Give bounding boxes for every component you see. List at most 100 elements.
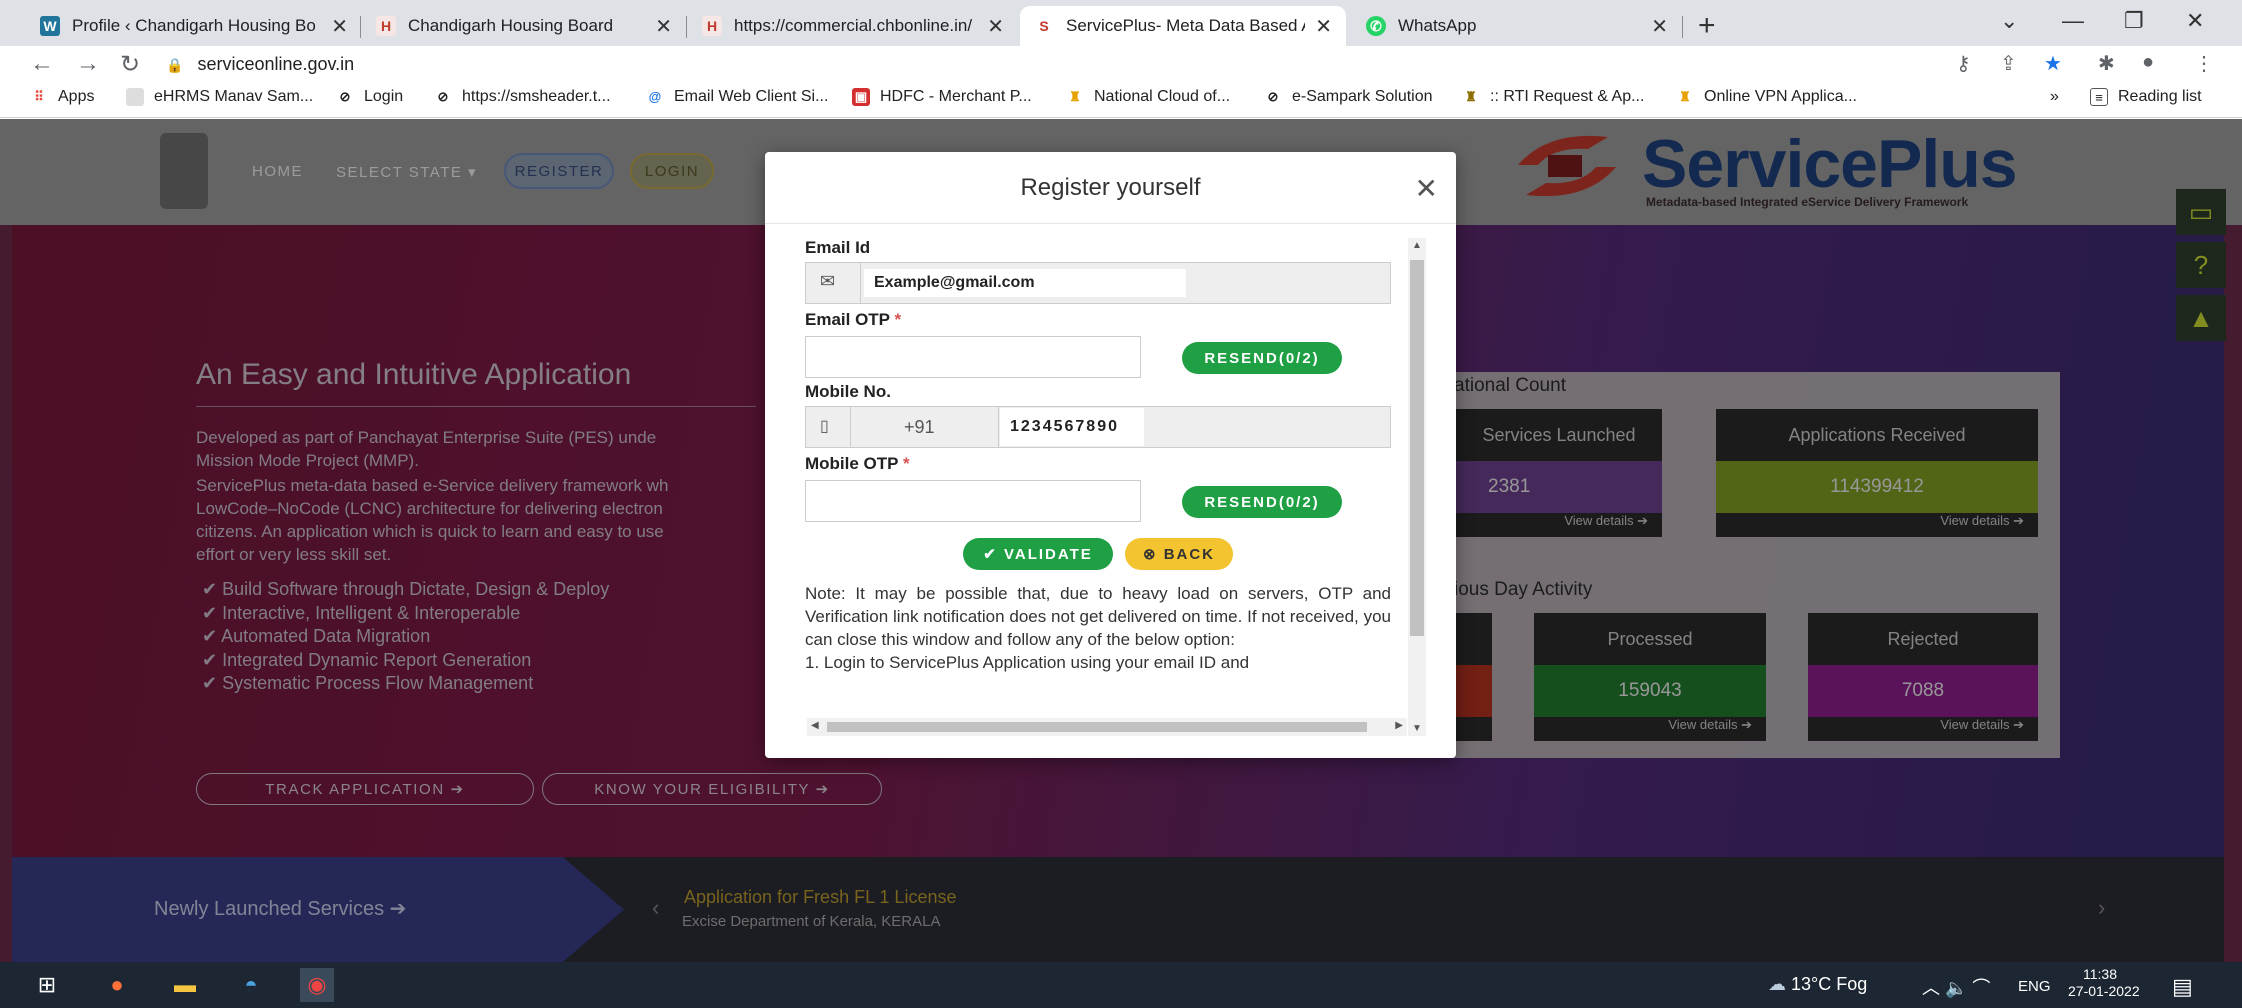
horizontal-scrollbar[interactable]: ◀ ▶ <box>807 718 1407 736</box>
email-otp-field[interactable] <box>805 336 1141 378</box>
star-icon[interactable]: ★ <box>2044 51 2062 76</box>
bookmark-label: National Cloud of... <box>1094 88 1231 105</box>
emblem-icon: ♜ <box>1069 89 1081 104</box>
note-item: 1. Login to ServicePlus Application usin… <box>805 653 1250 672</box>
notification-icon[interactable]: ▤ <box>2172 974 2193 1000</box>
country-code: +91 <box>904 417 935 437</box>
bookmark-item[interactable]: ⊘ e-Sampark Solution <box>1264 88 1433 106</box>
email-label: Email Id <box>805 238 871 257</box>
mobile-input-group: ▯ +91 <box>805 406 1391 448</box>
mobile-otp-field[interactable] <box>805 480 1141 522</box>
reload-icon[interactable]: ↻ <box>120 50 140 79</box>
tab-search-icon[interactable]: ⌄ <box>2000 8 2018 34</box>
clock-time: 11:38 <box>2083 966 2117 982</box>
modal-title: Register yourself <box>1020 173 1201 201</box>
chrome-icon[interactable]: ◉ <box>300 968 334 1002</box>
windows-start-icon[interactable]: ⊞ <box>30 968 64 1002</box>
bookmark-apps[interactable]: ⠿ Apps <box>30 88 94 106</box>
scroll-up-icon[interactable]: ▲ <box>1412 240 1422 251</box>
bookmark-item[interactable]: ♜ Online VPN Applica... <box>1676 88 1857 106</box>
bookmark-item[interactable]: ♜ National Cloud of... <box>1066 88 1230 106</box>
bookmark-label: Online VPN Applica... <box>1704 88 1857 105</box>
scroll-right-icon[interactable]: ▶ <box>1395 720 1403 731</box>
bookmark-item[interactable]: ⊘ https://smsheader.t... <box>434 88 611 106</box>
bookmark-item[interactable]: ▣ HDFC - Merchant P... <box>852 88 1032 106</box>
hdfc-icon: ▣ <box>852 88 870 106</box>
email-input-group: ✉ <box>805 262 1391 304</box>
wordpress-icon: W <box>40 16 60 36</box>
close-icon[interactable]: ✕ <box>987 14 1004 39</box>
restore-icon[interactable]: ❐ <box>2124 8 2144 34</box>
profile-icon[interactable]: ● <box>2142 51 2154 74</box>
close-icon[interactable]: ✕ <box>331 14 348 39</box>
reading-list[interactable]: ≡ Reading list <box>2090 88 2202 106</box>
reading-list-label: Reading list <box>2118 88 2202 105</box>
globe-icon: ⊘ <box>437 89 449 104</box>
apps-icon: ⠿ <box>34 89 44 104</box>
whatsapp-icon: ✆ <box>1366 16 1386 36</box>
language-indicator[interactable]: ENG <box>2018 978 2051 995</box>
mobile-otp-label: Mobile OTP * <box>805 454 910 474</box>
modal-body: Email Id ✉ Email OTP * RESEND(0/2) Mobil… <box>805 238 1405 736</box>
page-icon <box>126 88 144 106</box>
validate-button[interactable]: ✔ VALIDATE <box>963 538 1113 570</box>
resend-email-otp-button[interactable]: RESEND(0/2) <box>1182 342 1342 374</box>
tab-strip: W Profile ‹ Chandigarh Housing Bo ✕ H Ch… <box>0 0 2242 46</box>
clock[interactable]: 11:38 27-01-2022 <box>2068 966 2140 1000</box>
new-tab-icon[interactable]: + <box>1698 9 1716 43</box>
close-icon[interactable]: ✕ <box>1315 14 1332 39</box>
bookmark-item[interactable]: ♜:: RTI Request & Ap... <box>1462 88 1644 106</box>
email-field[interactable] <box>864 269 1186 297</box>
close-icon[interactable]: ✕ <box>655 14 672 39</box>
back-button[interactable]: ⊗ BACK <box>1125 538 1233 570</box>
scrollbar-thumb[interactable] <box>827 722 1367 732</box>
url-text: serviceonline.gov.in <box>197 54 355 74</box>
tab-title: Profile ‹ Chandigarh Housing Bo <box>72 16 316 35</box>
tray-icons[interactable]: ︿ 🔈 ⌒ <box>1922 974 1990 1000</box>
bookmarks-overflow-icon[interactable]: » <box>2050 88 2059 106</box>
key-icon[interactable]: ⚷ <box>1956 51 1971 76</box>
serviceplus-icon: S <box>1039 18 1049 34</box>
chb-icon: H <box>376 16 396 36</box>
vertical-scrollbar[interactable]: ▲ ▼ <box>1408 238 1426 736</box>
tab-title: Chandigarh Housing Board <box>408 16 614 35</box>
browser-tab-active[interactable]: S ServicePlus- Meta Data Based Ap ✕ <box>1020 6 1346 46</box>
note-text: Note: It may be possible that, due to he… <box>805 584 1391 649</box>
firefox-icon[interactable]: ● <box>100 968 134 1002</box>
browser-tab[interactable]: H https://commercial.chbonline.in/ ✕ <box>688 6 1018 46</box>
url-field[interactable]: 🔒 serviceonline.gov.in <box>166 54 354 75</box>
close-icon[interactable]: ✕ <box>1415 172 1438 205</box>
bookmark-item[interactable]: eHRMS Manav Sam... <box>126 88 313 106</box>
menu-icon[interactable]: ⋮ <box>2194 51 2214 76</box>
share-icon[interactable]: ⇪ <box>2000 51 2017 76</box>
bookmark-label: https://smsheader.t... <box>462 88 611 105</box>
back-icon[interactable]: ← <box>30 50 54 78</box>
browser-tab[interactable]: W Profile ‹ Chandigarh Housing Bo ✕ <box>26 6 362 46</box>
forward-icon[interactable]: → <box>76 50 100 78</box>
clock-date: 27-01-2022 <box>2068 983 2140 999</box>
browser-tab[interactable]: H Chandigarh Housing Board ✕ <box>362 6 686 46</box>
scrollbar-thumb[interactable] <box>1410 260 1424 636</box>
scroll-left-icon[interactable]: ◀ <box>811 720 819 731</box>
browser-tab[interactable]: ✆ WhatsApp ✕ <box>1352 6 1682 46</box>
mobile-phone-icon: ▯ <box>820 418 829 435</box>
mobile-label: Mobile No. <box>805 382 891 401</box>
chb-icon: H <box>702 16 722 36</box>
mobile-field[interactable] <box>1000 408 1144 446</box>
bookmark-label: :: RTI Request & Ap... <box>1490 88 1645 105</box>
required-marker: * <box>894 310 902 329</box>
weather-widget[interactable]: ☁ 13°C Fog <box>1768 974 1867 995</box>
file-explorer-icon[interactable]: ▬ <box>168 968 202 1002</box>
resend-mobile-otp-button[interactable]: RESEND(0/2) <box>1182 486 1342 518</box>
window-close-icon[interactable]: ✕ <box>2186 8 2204 34</box>
close-icon[interactable]: ✕ <box>1651 14 1668 39</box>
emblem-icon: ♜ <box>1465 89 1477 104</box>
scroll-down-icon[interactable]: ▼ <box>1412 723 1422 734</box>
bookmark-item[interactable]: @ Email Web Client Si... <box>646 88 829 106</box>
modal-header: Register yourself <box>765 152 1456 224</box>
network-app-icon[interactable]: ◓ <box>234 968 268 1002</box>
minimize-icon[interactable]: — <box>2062 8 2084 34</box>
bookmark-item[interactable]: ⊘ Login <box>336 88 404 106</box>
extensions-icon[interactable]: ✱ <box>2098 51 2115 76</box>
email-otp-label-text: Email OTP <box>805 310 890 329</box>
